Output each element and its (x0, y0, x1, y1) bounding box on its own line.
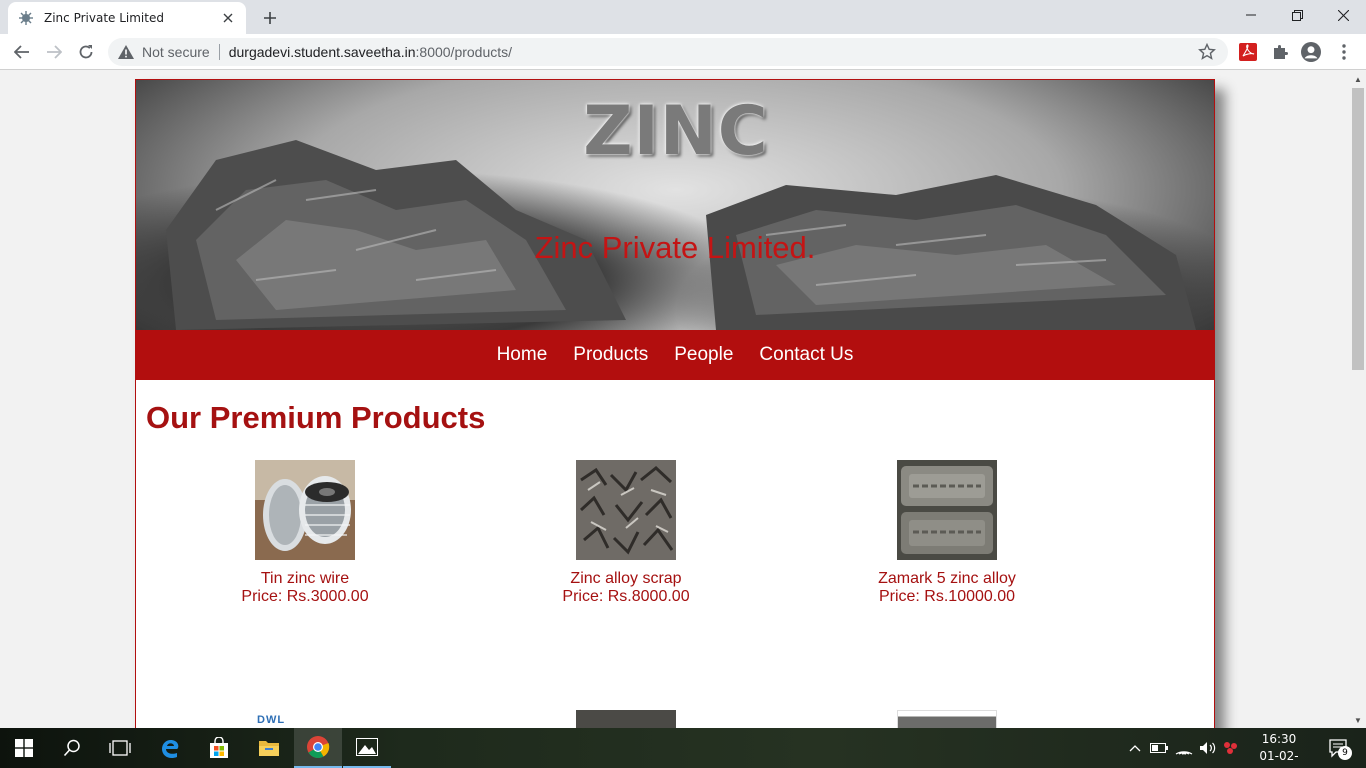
wire-spool-image[interactable] (255, 460, 355, 560)
back-arrow-icon[interactable] (8, 38, 36, 66)
file-explorer-icon[interactable] (245, 728, 293, 768)
security-label: Not secure (142, 44, 210, 60)
close-tab-icon[interactable] (220, 10, 236, 26)
header-banner: ZINC Zinc Private Limited. (136, 80, 1214, 330)
close-window-icon[interactable] (1320, 0, 1366, 30)
volume-icon[interactable] (1196, 728, 1220, 768)
scroll-thumb[interactable] (1352, 88, 1364, 370)
clock-time: 16:30 (1261, 732, 1297, 746)
main-navigation: Home Products People Contact Us (136, 330, 1214, 380)
product-name: Zamark 5 zinc alloy (878, 570, 1016, 587)
product-card[interactable]: Zamark 5 zinc alloy Price: Rs.10000.00 (847, 460, 1047, 606)
browser-toolbar: Not secure durgadevi.student.saveetha.in… (0, 34, 1366, 70)
battery-icon[interactable] (1148, 728, 1170, 768)
product-name: Zinc alloy scrap (570, 570, 682, 587)
product-card[interactable] (526, 710, 726, 728)
task-view-icon[interactable] (96, 728, 144, 768)
system-clock[interactable]: 16:30 01-02-2021 (1248, 731, 1310, 768)
browser-tab[interactable]: Zinc Private Limited (8, 2, 246, 34)
nav-contact-link[interactable]: Contact Us (759, 344, 853, 366)
edge-browser-icon[interactable] (146, 728, 194, 768)
product-card[interactable]: DWL (205, 710, 405, 728)
company-title: Zinc Private Limited. (534, 230, 816, 265)
reload-icon[interactable] (72, 38, 100, 66)
wifi-icon[interactable] (1172, 728, 1196, 768)
product-price: Price: Rs.10000.00 (878, 588, 1016, 605)
profile-avatar-icon[interactable] (1301, 42, 1321, 62)
action-center-icon[interactable]: 9 (1318, 728, 1358, 768)
photos-app-icon[interactable] (343, 728, 391, 768)
product-image-partial[interactable] (576, 710, 676, 728)
scroll-down-arrow-icon[interactable]: ▼ (1350, 712, 1366, 728)
show-hidden-icons-chevron-icon[interactable] (1126, 728, 1144, 768)
product-price: Price: Rs.8000.00 (562, 588, 690, 605)
product-card[interactable] (847, 710, 1047, 728)
tab-strip: Zinc Private Limited (0, 0, 1366, 34)
product-image-partial[interactable] (897, 710, 997, 728)
address-bar[interactable]: Not secure durgadevi.student.saveetha.in… (108, 38, 1228, 66)
chrome-icon[interactable] (294, 728, 342, 768)
scrap-pile-image[interactable] (576, 460, 676, 560)
site-favicon-icon (18, 10, 34, 26)
restore-icon[interactable] (1274, 0, 1320, 30)
bookmark-star-icon[interactable] (1198, 42, 1216, 61)
nav-people-link[interactable]: People (674, 344, 733, 366)
windows-start-icon[interactable] (0, 728, 48, 768)
product-image-partial[interactable]: DWL (255, 710, 355, 728)
minimize-icon[interactable] (1228, 0, 1274, 30)
product-card[interactable]: Zinc alloy scrap Price: Rs.8000.00 (526, 460, 726, 606)
scroll-up-arrow-icon[interactable]: ▲ (1350, 71, 1366, 87)
forward-arrow-icon[interactable] (40, 38, 68, 66)
extensions-puzzle-icon[interactable] (1270, 42, 1290, 62)
omnibox-divider (218, 44, 220, 60)
banner-logo-text: ZINC (583, 92, 769, 171)
main-content: Our Premium Products (136, 380, 1214, 436)
product-name: Tin zinc wire (260, 570, 350, 587)
new-tab-icon[interactable] (258, 6, 282, 30)
alloy-ingot-image[interactable] (897, 460, 997, 560)
url-host: durgadevi.student.saveetha.in (228, 44, 416, 60)
warning-icon (118, 45, 134, 59)
store-icon[interactable] (195, 728, 243, 768)
app-tray-icon[interactable] (1220, 728, 1242, 768)
product-price: Price: Rs.3000.00 (241, 588, 369, 605)
nav-products-link[interactable]: Products (573, 344, 648, 366)
page-viewport: ZINC Zinc Private Limited. Home Products… (0, 71, 1350, 728)
nav-home-link[interactable]: Home (497, 344, 548, 366)
dwl-logo-text: DWL (257, 714, 286, 726)
page-heading: Our Premium Products (146, 400, 486, 435)
url-text[interactable]: durgadevi.student.saveetha.in:8000/produ… (229, 44, 512, 60)
clock-date: 01-02-2021 (1259, 749, 1299, 768)
pdf-extension-icon[interactable] (1238, 42, 1258, 62)
url-path: :8000/products/ (415, 44, 513, 60)
vertical-scrollbar[interactable]: ▲ ▼ (1350, 71, 1366, 728)
product-card[interactable]: Tin zinc wire Price: Rs.3000.00 (205, 460, 405, 606)
browser-menu-icon[interactable] (1334, 42, 1354, 62)
windows-taskbar: 16:30 01-02-2021 9 (0, 728, 1366, 768)
site-container: ZINC Zinc Private Limited. Home Products… (135, 79, 1215, 728)
search-icon[interactable] (48, 728, 96, 768)
security-indicator[interactable]: Not secure (118, 44, 210, 60)
tab-title: Zinc Private Limited (44, 11, 164, 25)
notification-count-badge: 9 (1338, 746, 1352, 760)
